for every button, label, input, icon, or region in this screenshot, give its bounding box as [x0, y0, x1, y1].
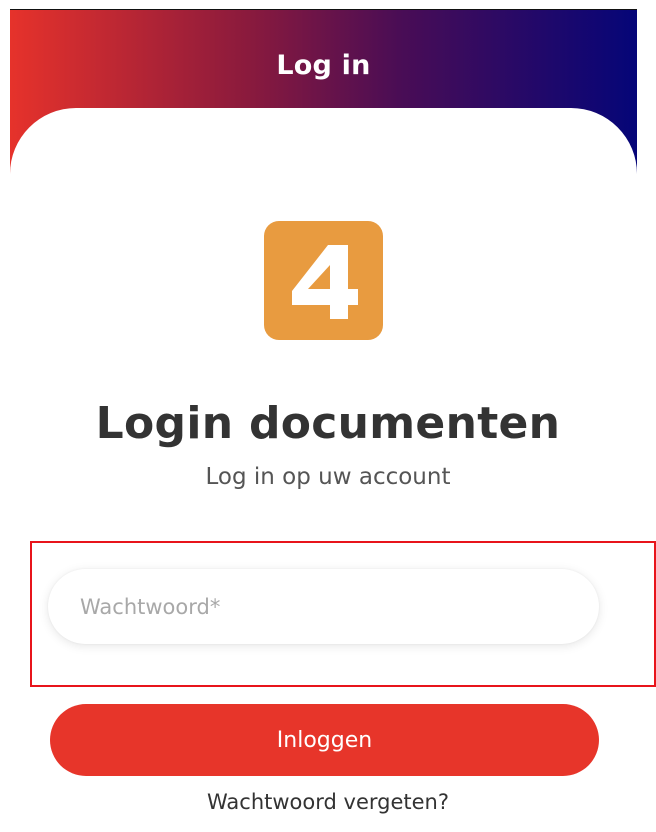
- logo-glyph: [291, 244, 358, 319]
- login-screen: Log in Login documenten Log in op uw acc…: [0, 0, 656, 832]
- login-button[interactable]: Inloggen: [50, 704, 599, 776]
- forgot-password-link[interactable]: Wachtwoord vergeten?: [0, 790, 656, 814]
- page-subtitle: Log in op uw account: [205, 464, 451, 490]
- app-logo-4-icon: [264, 221, 383, 340]
- password-field[interactable]: [48, 569, 599, 644]
- header-title: Log in: [276, 50, 371, 81]
- page-title: Login documenten: [95, 398, 561, 449]
